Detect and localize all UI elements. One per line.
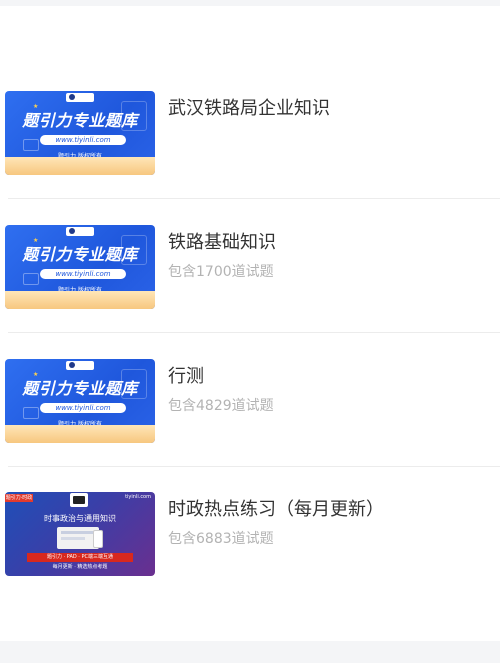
pencil-icon <box>23 407 39 419</box>
banner-foot: 每月更新 · 精选热点考题 <box>52 564 108 570</box>
item-title: 铁路基础知识 <box>168 232 276 253</box>
banner-url: www.tiyinli.com <box>40 403 126 413</box>
top-bar <box>0 0 500 6</box>
phone-icon <box>93 530 103 548</box>
logo-icon <box>70 493 88 507</box>
banner-headline: 题引力专业题库 <box>22 379 138 398</box>
banner-url: www.tiyinli.com <box>40 135 126 145</box>
banner-strip: 题引力 · PAD · PC端三端互通 <box>27 553 133 562</box>
list-item-xingce[interactable]: ★ 题引力专业题库 www.tiyinli.com 题引力 版权所有 行测 包含… <box>0 333 500 467</box>
banner-url: www.tiyinli.com <box>40 269 126 279</box>
course-thumbnail: ★ 题引力专业题库 www.tiyinli.com 题引力 版权所有 <box>5 225 155 309</box>
course-thumbnail: ★ 题引力专业题库 www.tiyinli.com 题引力 版权所有 <box>5 91 155 175</box>
course-thumbnail: 题引力·时政 tiyinli.com 时事政治与通用知识 题引力 · PAD ·… <box>5 492 155 576</box>
course-thumbnail: ★ 题引力专业题库 www.tiyinli.com 题引力 版权所有 <box>5 359 155 443</box>
bottom-bar <box>0 641 500 663</box>
pencil-icon <box>23 139 39 151</box>
item-question-count: 包含6883道试题 <box>168 531 274 547</box>
item-title: 行测 <box>168 366 204 387</box>
banner-tag: 题引力·时政 <box>5 494 33 502</box>
item-title: 武汉铁路局企业知识 <box>168 98 330 119</box>
item-title: 时政热点练习（每月更新） <box>168 499 384 520</box>
item-question-count: 包含4829道试题 <box>168 398 274 414</box>
banner-headline: 时事政治与通用知识 <box>44 514 116 523</box>
pencil-icon <box>23 273 39 285</box>
list-item-railway-basics[interactable]: ★ 题引力专业题库 www.tiyinli.com 题引力 版权所有 铁路基础知… <box>0 199 500 333</box>
banner-headline: 题引力专业题库 <box>22 245 138 264</box>
banner-headline: 题引力专业题库 <box>22 111 138 130</box>
item-question-count: 包含1700道试题 <box>168 264 274 280</box>
banner-site: tiyinli.com <box>125 494 151 500</box>
list-item-current-affairs[interactable]: 题引力·时政 tiyinli.com 时事政治与通用知识 题引力 · PAD ·… <box>0 467 500 601</box>
list-item-wuhan-railway[interactable]: ★ 题引力专业题库 www.tiyinli.com 题引力 版权所有 武汉铁路局… <box>0 64 500 198</box>
